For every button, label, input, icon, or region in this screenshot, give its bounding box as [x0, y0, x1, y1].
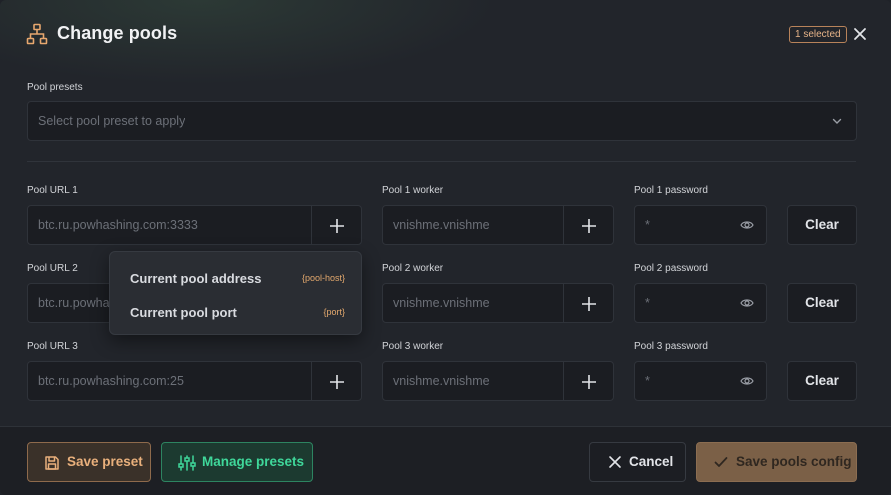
plus-icon: [330, 219, 344, 233]
pool-preset-select[interactable]: Select pool preset to apply: [27, 101, 857, 141]
dropdown-item-label: Current pool port: [130, 305, 237, 320]
pool-2-password-value: *: [645, 296, 650, 310]
pool-1-password-label: Pool 1 password: [634, 185, 708, 196]
pool-1-password-value: *: [645, 218, 650, 232]
modal-title: Change pools: [57, 23, 178, 43]
pool-2-password-label: Pool 2 password: [634, 263, 708, 274]
insert-variable-dropdown: Current pool address {pool-host} Current…: [109, 251, 362, 335]
pool-url-3-label: Pool URL 3: [27, 341, 78, 352]
chevron-down-icon: [832, 118, 842, 124]
pool-3-worker-input[interactable]: vnishme.vnishme: [382, 361, 564, 401]
cancel-button[interactable]: Cancel: [589, 442, 686, 482]
pool-1-worker-label: Pool 1 worker: [382, 185, 444, 196]
change-pools-modal: Change pools 1 selected Pool presets Sel…: [0, 0, 891, 495]
pool-3-worker-value: vnishme.vnishme: [393, 374, 490, 388]
pool-presets-label: Pool presets: [27, 82, 83, 93]
pool-url-1-value: btc.ru.powhashing.com:3333: [38, 218, 198, 232]
pool-url-1-label: Pool URL 1: [27, 185, 78, 196]
pool-3-worker-insert-button[interactable]: [563, 361, 614, 401]
pool-2-worker-value: vnishme.vnishme: [393, 296, 490, 310]
sliders-icon: [178, 455, 196, 471]
pool-1-worker-value: vnishme.vnishme: [393, 218, 490, 232]
save-preset-label: Save preset: [67, 454, 143, 469]
pool-url-2-value: btc.ru.powhas: [38, 296, 116, 310]
floppy-disk-icon: [45, 456, 59, 470]
manage-presets-label: Manage presets: [202, 454, 305, 469]
pool-1-worker-input[interactable]: vnishme.vnishme: [382, 205, 564, 245]
save-preset-button[interactable]: Save preset: [27, 442, 151, 482]
pool-2-worker-input[interactable]: vnishme.vnishme: [382, 283, 564, 323]
pool-url-3-insert-button[interactable]: [311, 361, 362, 401]
pool-2-clear-button[interactable]: Clear: [787, 283, 857, 323]
pool-3-clear-button[interactable]: Clear: [787, 361, 857, 401]
pool-3-worker-label: Pool 3 worker: [382, 341, 444, 352]
manage-presets-button[interactable]: Manage presets: [161, 442, 313, 482]
dropdown-item-tag: {port}: [323, 307, 345, 317]
plus-icon: [582, 297, 596, 311]
pool-url-3-value: btc.ru.powhashing.com:25: [38, 374, 184, 388]
pool-preset-placeholder: Select pool preset to apply: [38, 114, 186, 128]
pool-url-1-insert-button[interactable]: [311, 205, 362, 245]
pool-1-worker-insert-button[interactable]: [563, 205, 614, 245]
eye-icon[interactable]: [740, 375, 754, 387]
eye-icon[interactable]: [740, 297, 754, 309]
x-icon: [609, 456, 621, 468]
pool-2-worker-label: Pool 2 worker: [382, 263, 444, 274]
pool-1-password-input[interactable]: *: [634, 205, 767, 245]
plus-icon: [582, 219, 596, 233]
plus-icon: [330, 375, 344, 389]
network-tree-icon: [26, 23, 48, 45]
pool-url-1-input[interactable]: btc.ru.powhashing.com:3333: [27, 205, 312, 245]
dropdown-item-label: Current pool address: [130, 271, 262, 286]
check-icon: [714, 457, 728, 467]
pool-2-worker-insert-button[interactable]: [563, 283, 614, 323]
save-pools-config-button[interactable]: Save pools config: [696, 442, 857, 482]
pool-1-clear-button[interactable]: Clear: [787, 205, 857, 245]
eye-icon[interactable]: [740, 219, 754, 231]
dropdown-item-pool-port[interactable]: Current pool port {port}: [130, 305, 345, 325]
pool-3-password-label: Pool 3 password: [634, 341, 708, 352]
close-icon[interactable]: [852, 26, 868, 42]
selected-count-badge: 1 selected: [789, 26, 847, 43]
save-pools-config-label: Save pools config: [736, 454, 852, 469]
pool-url-2-label: Pool URL 2: [27, 263, 78, 274]
section-divider: [27, 161, 856, 162]
pool-3-password-input[interactable]: *: [634, 361, 767, 401]
dropdown-item-pool-address[interactable]: Current pool address {pool-host}: [130, 271, 345, 291]
pool-2-password-input[interactable]: *: [634, 283, 767, 323]
pool-url-3-input[interactable]: btc.ru.powhashing.com:25: [27, 361, 312, 401]
cancel-label: Cancel: [629, 454, 674, 469]
dropdown-item-tag: {pool-host}: [301, 273, 345, 283]
modal-header: Change pools 1 selected: [0, 0, 891, 70]
pool-3-password-value: *: [645, 374, 650, 388]
plus-icon: [582, 375, 596, 389]
